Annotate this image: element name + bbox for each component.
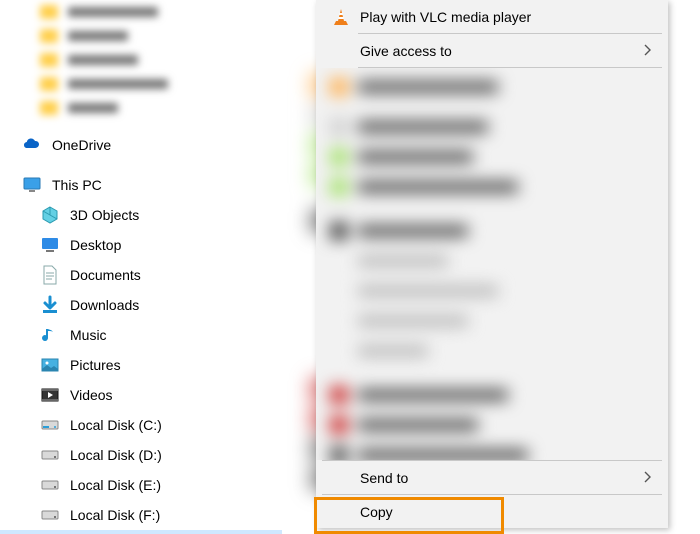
- sidebar-item-local-disk-f[interactable]: Local Disk (F:): [0, 500, 282, 530]
- drive-c-icon: [40, 415, 60, 435]
- blank-icon: [330, 467, 352, 489]
- context-menu-item-give-access[interactable]: Give access to: [316, 34, 668, 67]
- sidebar-item-cd-drive-z[interactable]: CD Drive (Z:) UP: [0, 530, 282, 534]
- context-menu-label-copy: Copy: [360, 504, 658, 520]
- context-menu-blurred-section: [316, 68, 668, 460]
- sidebar-label-disk-f: Local Disk (F:): [70, 507, 160, 523]
- drive-f-icon: [40, 505, 60, 525]
- sidebar-label-videos: Videos: [70, 387, 113, 403]
- vlc-icon: [330, 6, 352, 28]
- sidebar-label-desktop: Desktop: [70, 237, 121, 253]
- sidebar-item-this-pc[interactable]: This PC: [0, 170, 282, 200]
- sidebar-item-pictures[interactable]: Pictures: [0, 350, 282, 380]
- pictures-icon: [40, 355, 60, 375]
- onedrive-icon: [22, 135, 42, 155]
- blank-icon: [330, 40, 352, 62]
- sidebar-item-music[interactable]: Music: [0, 320, 282, 350]
- sidebar-item-3d-objects[interactable]: 3D Objects: [0, 200, 282, 230]
- videos-icon: [40, 385, 60, 405]
- sidebar-label-downloads: Downloads: [70, 297, 139, 313]
- downloads-icon: [40, 295, 60, 315]
- sidebar-label-music: Music: [70, 327, 107, 343]
- sidebar-label-disk-c: Local Disk (C:): [70, 417, 162, 433]
- sidebar-item-local-disk-e[interactable]: Local Disk (E:): [0, 470, 282, 500]
- this-pc-icon: [22, 175, 42, 195]
- sidebar-label-this-pc: This PC: [52, 177, 102, 193]
- navigation-pane: OneDrive This PC 3D Objects: [0, 0, 282, 534]
- blurred-quick-access: [0, 0, 282, 120]
- sidebar-item-onedrive[interactable]: OneDrive: [0, 130, 282, 160]
- 3d-objects-icon: [40, 205, 60, 225]
- file-explorer-window: OneDrive This PC 3D Objects: [0, 0, 700, 534]
- blank-icon: [330, 501, 352, 523]
- sidebar-label-pictures: Pictures: [70, 357, 121, 373]
- sidebar-item-local-disk-c[interactable]: Local Disk (C:): [0, 410, 282, 440]
- drive-d-icon: [40, 445, 60, 465]
- sidebar-item-videos[interactable]: Videos: [0, 380, 282, 410]
- context-menu-label-play-vlc: Play with VLC media player: [360, 9, 658, 25]
- context-menu-item-copy[interactable]: Copy: [316, 495, 668, 528]
- music-icon: [40, 325, 60, 345]
- sidebar-item-desktop[interactable]: Desktop: [0, 230, 282, 260]
- sidebar-item-documents[interactable]: Documents: [0, 260, 282, 290]
- sidebar-item-downloads[interactable]: Downloads: [0, 290, 282, 320]
- context-menu-item-send-to[interactable]: Send to: [316, 461, 668, 494]
- context-menu-label-send-to: Send to: [360, 470, 644, 486]
- sidebar-label-3d-objects: 3D Objects: [70, 207, 139, 223]
- desktop-icon: [40, 235, 60, 255]
- documents-icon: [40, 265, 60, 285]
- context-menu: Play with VLC media player Give access t…: [316, 0, 668, 528]
- sidebar-label-disk-e: Local Disk (E:): [70, 477, 161, 493]
- sidebar-label-disk-d: Local Disk (D:): [70, 447, 162, 463]
- context-menu-item-play-vlc[interactable]: Play with VLC media player: [316, 0, 668, 33]
- context-menu-label-give-access: Give access to: [360, 43, 644, 59]
- chevron-right-icon: [644, 470, 658, 486]
- sidebar-item-local-disk-d[interactable]: Local Disk (D:): [0, 440, 282, 470]
- chevron-right-icon: [644, 43, 658, 59]
- sidebar-label-onedrive: OneDrive: [52, 137, 111, 153]
- sidebar-label-documents: Documents: [70, 267, 141, 283]
- drive-e-icon: [40, 475, 60, 495]
